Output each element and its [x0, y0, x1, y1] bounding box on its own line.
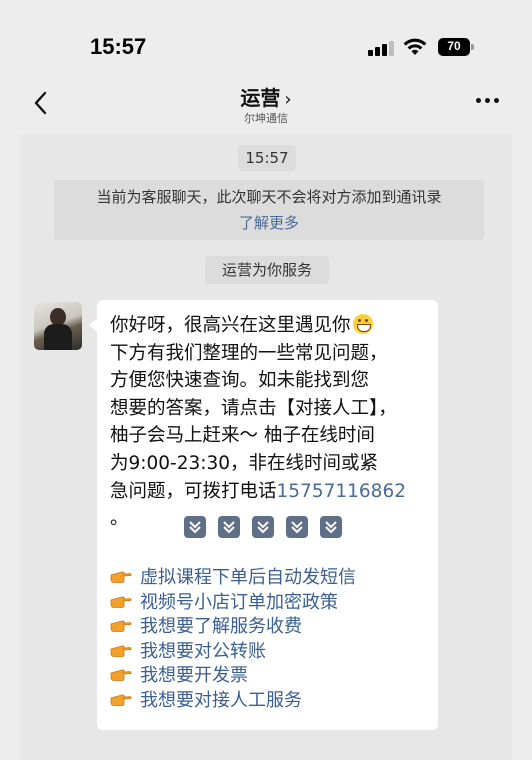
pointing-hand-icon	[110, 615, 132, 632]
faq-label: 我想要对公转账	[140, 640, 266, 662]
faq-item-transfer[interactable]: 我想要对公转账	[110, 640, 430, 665]
down-arrow-icon	[184, 516, 206, 538]
battery-cap	[471, 44, 474, 50]
customer-service-notice: 当前为客服聊天，此次聊天不会将对方添加到通讯录 了解更多	[54, 180, 484, 240]
chat-header: 运营 › 尔坤通信	[0, 72, 532, 130]
message-line-2: 下方有我们整理的一些常见问题，	[110, 342, 388, 364]
chat-title-button[interactable]: 运营 ›	[0, 82, 532, 111]
wifi-icon	[402, 37, 428, 57]
faq-item-human-agent[interactable]: 我想要对接人工服务	[110, 689, 430, 714]
faq-list: 虚拟课程下单后自动发短信 视频号小店订单加密政策 我想要了解服务收费 我想要对公…	[110, 566, 430, 713]
down-arrows	[184, 516, 344, 538]
pointing-hand-icon	[110, 664, 132, 681]
pointing-hand-icon	[110, 640, 132, 657]
message-line: 急问题，可拨打电话15757116862	[110, 478, 430, 506]
pointing-hand-icon	[110, 689, 132, 706]
chat-title: 运营	[240, 86, 281, 110]
more-dots-icon[interactable]	[476, 98, 500, 104]
faq-item-encryption[interactable]: 视频号小店订单加密政策	[110, 591, 430, 616]
avatar[interactable]	[34, 302, 82, 350]
message-line-3: 方便您快速查询。如未能找到您	[110, 370, 370, 392]
phone-number-link[interactable]: 15757116862	[277, 481, 406, 502]
faq-item-invoice[interactable]: 我想要开发票	[110, 664, 430, 689]
learn-more-link[interactable]: 了解更多	[54, 212, 484, 233]
faq-label: 我想要开发票	[140, 665, 248, 686]
faq-label: 虚拟课程下单后自动发短信	[140, 567, 356, 588]
message-line-6: 为9:00-23:30，非在线时间或紧	[110, 452, 379, 474]
chevron-right-icon: ›	[284, 89, 292, 110]
battery-icon: 70	[438, 38, 474, 56]
pointing-hand-icon	[110, 566, 132, 583]
message-line-4: 想要的答案，请点击【对接人工】，	[110, 397, 397, 419]
message-text: 你好呀，很高兴在这里遇见你 下方有我们整理的一些常见问题， 方便您快速查询。如未…	[110, 312, 430, 533]
avatar-body	[44, 324, 72, 350]
faq-label: 我想要对接人工服务	[140, 689, 302, 711]
grin-emoji-icon	[352, 314, 373, 334]
message-line-7: 急问题，可拨打电话	[110, 480, 277, 502]
timestamp: 15:57	[238, 145, 296, 171]
down-arrow-icon	[286, 516, 308, 538]
battery-level: 70	[447, 39, 461, 53]
faq-label: 视频号小店订单加密政策	[140, 591, 338, 613]
service-label: 运营为你服务	[205, 256, 329, 284]
down-arrow-icon	[218, 516, 240, 538]
faq-item-sms[interactable]: 虚拟课程下单后自动发短信	[110, 566, 430, 591]
down-arrow-icon	[252, 516, 274, 538]
chat-subtitle: 尔坤通信	[244, 112, 288, 125]
message-line-5: 柚子会马上赶来～ 柚子在线时间	[110, 425, 375, 447]
signal-icon	[368, 40, 394, 56]
faq-label: 我想要了解服务收费	[140, 616, 302, 637]
down-arrow-icon	[320, 516, 342, 538]
status-time: 15:57	[90, 34, 147, 59]
pointing-hand-icon	[110, 591, 132, 608]
message-line-1: 你好呀，很高兴在这里遇见你	[110, 315, 351, 336]
faq-item-fees[interactable]: 我想要了解服务收费	[110, 615, 430, 640]
notice-text: 当前为客服聊天，此次聊天不会将对方添加到通讯录	[96, 188, 442, 206]
message-line: 你好呀，很高兴在这里遇见你	[110, 312, 430, 340]
